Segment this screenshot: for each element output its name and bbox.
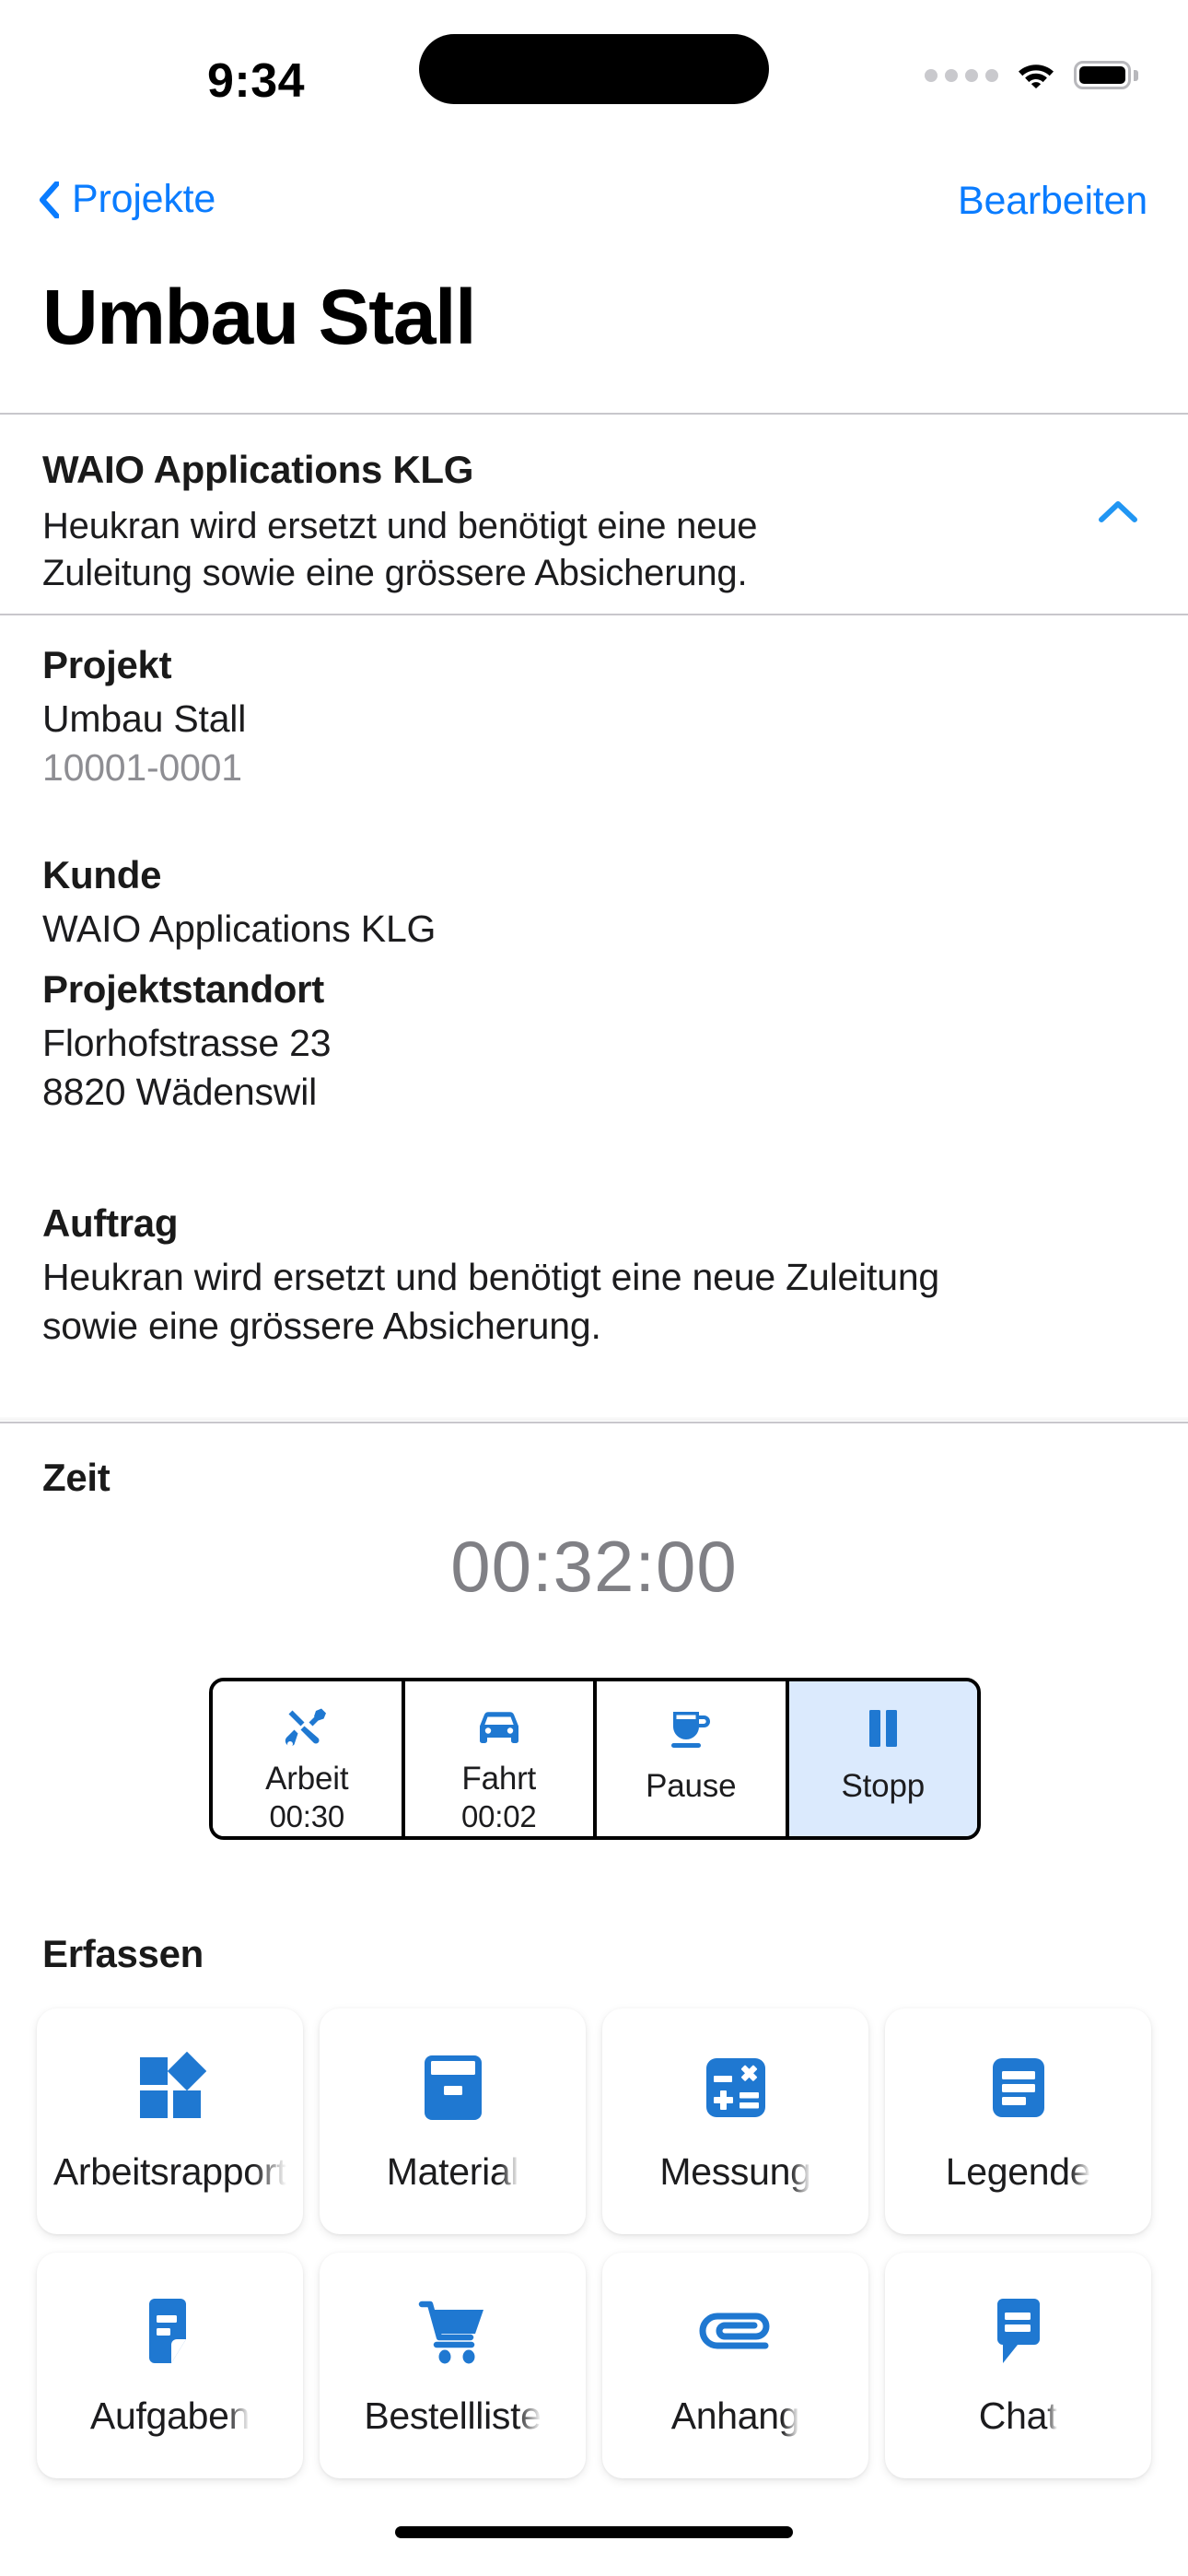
phone-screen: 9:34 Projekte Bearbeiten Umbau Stall WAI…: [0, 0, 1188, 2576]
detail-field-kunde: Kunde WAIO Applications KLG: [42, 853, 436, 954]
detail-field-projekt: Projekt Umbau Stall 10001-0001: [42, 643, 246, 793]
detail-field-projektstandort: Projektstandort Florhofstrasse 23 8820 W…: [42, 967, 332, 1118]
timer-elapsed-value: 00:32:00: [450, 1526, 738, 1607]
shopping-cart-icon: [414, 2293, 492, 2371]
status-bar: 9:34: [0, 0, 1188, 155]
detail-value: Heukran wird ersetzt und benötigt eine n…: [42, 1256, 940, 1348]
chevron-left-icon: [39, 181, 59, 218]
erfassen-section-label: Erfassen: [42, 1932, 204, 1975]
summary-description: Heukran wird ersetzt und benötigt eine n…: [42, 506, 758, 594]
note-task-icon: [132, 2293, 209, 2371]
divider-above-zeit: [0, 1422, 1188, 1423]
tile-label: Arbeitsrapport: [52, 2150, 287, 2193]
coffee-cup-icon: [668, 1702, 714, 1755]
detail-value-city: 8820 Wädenswil: [42, 1071, 318, 1114]
segment-time: 00:02: [460, 1799, 537, 1834]
home-indicator[interactable]: [395, 2526, 793, 2538]
detail-label: Projektstandort: [42, 967, 324, 1011]
detail-label: Projekt: [42, 643, 172, 686]
divider-below-summary: [0, 614, 1188, 615]
tile-label: Aufgaben: [89, 2395, 250, 2437]
calculator-icon: [697, 2049, 775, 2126]
timer-mode-segmented-control: Arbeit 00:30 Fahrt 00:02 Pause Stopp: [209, 1678, 981, 1840]
chevron-up-icon[interactable]: [1098, 499, 1138, 523]
segment-pause[interactable]: Pause: [593, 1681, 786, 1836]
segment-label: Stopp: [841, 1768, 926, 1804]
zeit-section-label: Zeit: [42, 1456, 111, 1499]
tile-label: Chat: [978, 2395, 1058, 2437]
tile-label: Bestellliste: [364, 2395, 542, 2437]
summary-customer-name: WAIO Applications KLG: [42, 448, 474, 491]
grid-diamond-icon: [132, 2049, 209, 2126]
battery-full-icon: [1074, 61, 1138, 89]
back-button[interactable]: Projekte: [39, 177, 215, 222]
capture-tile-grid: Arbeitsrapport Material Messung Legende …: [37, 2008, 1151, 2478]
tile-arbeitsrapport[interactable]: Arbeitsrapport: [37, 2008, 303, 2234]
tile-bestellliste[interactable]: Bestellliste: [320, 2253, 586, 2478]
detail-value: WAIO Applications KLG: [42, 907, 437, 950]
detail-value-secondary: 10001-0001: [42, 746, 242, 790]
car-icon: [472, 1702, 526, 1755]
paperclip-icon: [697, 2293, 775, 2371]
segment-arbeit[interactable]: Arbeit 00:30: [213, 1681, 402, 1836]
detail-value-street: Florhofstrasse 23: [42, 1022, 332, 1064]
article-lines-icon: [980, 2049, 1057, 2126]
segment-label: Pause: [646, 1768, 737, 1804]
status-bar-indicators: [925, 57, 1138, 93]
status-bar-clock: 9:34: [206, 54, 306, 108]
segment-stopp[interactable]: Stopp: [785, 1681, 977, 1836]
tile-aufgaben[interactable]: Aufgaben: [37, 2253, 303, 2478]
segment-label: Fahrt: [461, 1761, 537, 1797]
summary-card[interactable]: WAIO Applications KLG Heukran wird erset…: [0, 415, 1188, 614]
detail-label: Auftrag: [42, 1201, 179, 1245]
segment-label: Arbeit: [265, 1761, 349, 1797]
dynamic-island: [419, 34, 769, 104]
detail-value: Umbau Stall: [42, 697, 247, 740]
detail-field-auftrag: Auftrag Heukran wird ersetzt und benötig…: [42, 1201, 1147, 1352]
segment-fahrt[interactable]: Fahrt 00:02: [401, 1681, 593, 1836]
page-title: Umbau Stall: [42, 274, 476, 360]
pause-bars-icon: [865, 1702, 902, 1755]
wifi-icon: [1015, 57, 1057, 93]
tile-legende[interactable]: Legende: [885, 2008, 1151, 2234]
tile-label: Material: [386, 2150, 519, 2193]
tile-label: Anhang: [670, 2395, 800, 2437]
segment-time: 00:30: [269, 1799, 345, 1834]
tile-messung[interactable]: Messung: [602, 2008, 868, 2234]
tile-label: Legende: [945, 2150, 1091, 2193]
detail-label: Kunde: [42, 853, 162, 896]
tile-label: Messung: [659, 2150, 811, 2193]
back-button-label: Projekte: [72, 177, 216, 221]
tools-hammer-wrench-icon: [281, 1702, 332, 1755]
section-shadow: [0, 1417, 1188, 1421]
edit-button[interactable]: Bearbeiten: [958, 179, 1147, 224]
tile-chat[interactable]: Chat: [885, 2253, 1151, 2478]
navigation-bar: Projekte Bearbeiten: [0, 155, 1188, 267]
tile-material[interactable]: Material: [320, 2008, 586, 2234]
tile-anhang[interactable]: Anhang: [602, 2253, 868, 2478]
archive-box-icon: [414, 2049, 492, 2126]
chat-bubble-icon: [980, 2293, 1057, 2371]
signal-dots-icon: [925, 68, 998, 82]
